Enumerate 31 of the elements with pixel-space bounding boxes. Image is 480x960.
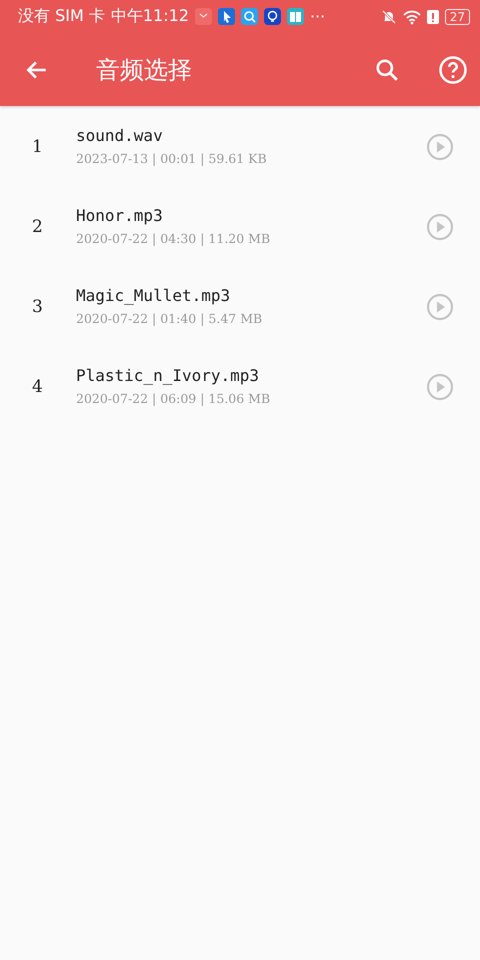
- more-notifications-text: ···: [310, 7, 326, 26]
- file-details: 2020-07-22 | 01:40 | 5.47 MB: [76, 310, 264, 326]
- file-name: Plastic_n_Ivory.mp3: [76, 366, 260, 384]
- row-number: 2: [32, 217, 44, 237]
- bulb-icon: [264, 8, 281, 25]
- row-number: 1: [32, 137, 44, 157]
- play-button[interactable]: [426, 133, 454, 161]
- wifi-icon: [402, 8, 421, 24]
- sim-alert-icon: [426, 8, 439, 24]
- carrier-text: 没有 SIM 卡: [18, 6, 105, 27]
- play-button[interactable]: [426, 293, 454, 321]
- battery-level-text: 27: [444, 8, 470, 24]
- clock-text: 中午11:12: [110, 6, 189, 27]
- help-button[interactable]: [438, 54, 468, 84]
- play-button[interactable]: [426, 213, 454, 241]
- row-number: 3: [32, 297, 44, 317]
- muted-bell-icon: [380, 8, 397, 24]
- file-name: Honor.mp3: [76, 206, 164, 224]
- file-name: sound.wav: [76, 126, 164, 144]
- notification-icon: [194, 8, 212, 25]
- row-number: 4: [32, 377, 44, 397]
- book-icon: [286, 8, 304, 25]
- file-details: 2020-07-22 | 04:30 | 11.20 MB: [76, 230, 272, 246]
- page-title: 音频选择: [96, 54, 193, 86]
- cursor-icon: [218, 8, 235, 25]
- file-details: 2020-07-22 | 06:09 | 15.06 MB: [76, 390, 272, 406]
- search-button[interactable]: [374, 56, 400, 82]
- play-button[interactable]: [426, 373, 454, 401]
- search-app-icon: [240, 8, 258, 25]
- file-details: 2023-07-13 | 00:01 | 59.61 KB: [76, 150, 268, 166]
- file-name: Magic_Mullet.mp3: [76, 286, 232, 304]
